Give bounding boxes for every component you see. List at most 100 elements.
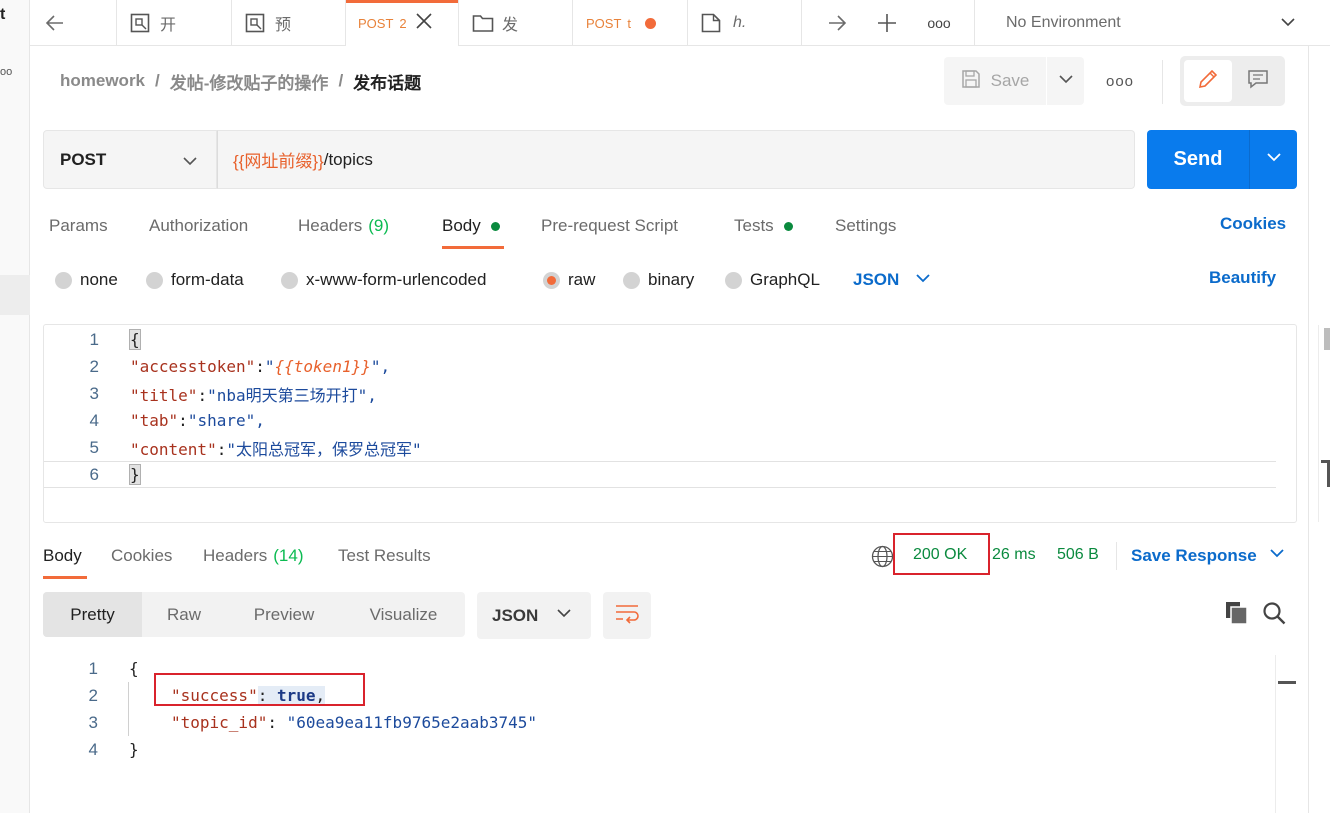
view-visualize[interactable]: Visualize — [342, 592, 465, 637]
code-punct: : — [216, 439, 227, 459]
breadcrumb-folder[interactable]: 发帖-修改贴子的操作 — [170, 69, 329, 94]
breadcrumb-collection[interactable]: homework — [60, 71, 145, 91]
tab-item-active[interactable]: POST 2 — [346, 0, 458, 46]
code-string: "太阳总冠军，保罗总冠军" — [226, 439, 422, 459]
method-select[interactable]: POST — [43, 130, 217, 189]
chevron-down-icon — [1269, 545, 1285, 566]
wrap-lines-icon — [614, 602, 640, 629]
copy-icon[interactable] — [1225, 601, 1249, 630]
breadcrumb-separator: / — [338, 71, 344, 90]
code-string: ", — [370, 357, 391, 376]
tab-settings[interactable]: Settings — [835, 214, 896, 238]
code-string: "share", — [187, 411, 265, 430]
forward-arrow-icon[interactable] — [822, 0, 852, 46]
send-button[interactable]: Send — [1147, 130, 1249, 189]
radio-raw[interactable]: raw — [543, 268, 595, 292]
language-select[interactable]: JSON — [853, 268, 931, 292]
response-tab-body[interactable]: Body — [43, 544, 82, 568]
radio-urlencoded[interactable]: x-www-form-urlencoded — [281, 268, 486, 292]
cookies-link[interactable]: Cookies — [1220, 214, 1286, 234]
response-format-select[interactable]: JSON — [477, 592, 591, 639]
code-key: "tab" — [130, 411, 179, 430]
tab-item-6[interactable]: h. — [701, 0, 801, 46]
save-dropdown-button[interactable] — [1047, 57, 1084, 105]
send-dropdown-button[interactable] — [1249, 130, 1297, 189]
code-string: "nba明天第三场开打", — [207, 385, 377, 405]
environment-selector[interactable]: No Environment — [1006, 0, 1296, 46]
code-line-current: 6 } — [44, 461, 1276, 488]
tab-item-5[interactable]: POST t — [586, 0, 686, 46]
active-tab-underline — [43, 576, 87, 579]
save-response-button[interactable]: Save Response — [1131, 545, 1285, 566]
sidebar-selected-item[interactable] — [0, 275, 30, 315]
save-button[interactable]: Save — [944, 57, 1046, 105]
globe-icon[interactable] — [871, 545, 894, 573]
tab-params[interactable]: Params — [49, 214, 108, 238]
tab-label: Headers — [203, 546, 268, 565]
tab-tests[interactable]: Tests — [734, 214, 793, 238]
active-tab-underline — [442, 246, 504, 249]
radio-none[interactable]: none — [55, 268, 118, 292]
code-variable: {{token1}} — [274, 357, 371, 376]
unsaved-dot-icon — [645, 17, 657, 29]
close-icon[interactable] — [415, 12, 433, 35]
line-number: 4 — [89, 410, 99, 430]
editor-scrollbar[interactable] — [1318, 325, 1330, 522]
response-size[interactable]: 506 B — [1057, 546, 1099, 564]
status-dot-icon — [490, 221, 500, 231]
folder-icon — [472, 13, 494, 33]
url-input[interactable]: {{网址前缀}} /topics — [217, 130, 1135, 189]
response-tab-test-results[interactable]: Test Results — [338, 544, 431, 568]
view-raw[interactable]: Raw — [142, 592, 226, 637]
tab-label: h. — [733, 14, 747, 31]
new-tab-plus-icon[interactable] — [872, 0, 902, 46]
radio-graphql[interactable]: GraphQL — [725, 268, 820, 292]
tab-body[interactable]: Body — [442, 214, 500, 238]
code-line: 4 } — [43, 736, 1273, 763]
response-tab-cookies[interactable]: Cookies — [111, 544, 172, 568]
environment-label: No Environment — [1006, 14, 1121, 31]
response-status[interactable]: 200 OK — [913, 546, 967, 564]
response-view-segmented: Pretty Raw Preview Visualize — [43, 592, 465, 637]
radio-form-data[interactable]: form-data — [146, 268, 244, 292]
wrap-lines-button[interactable] — [603, 592, 651, 639]
tab-prerequest-script[interactable]: Pre-request Script — [541, 214, 678, 238]
line-number: 3 — [89, 383, 99, 403]
tab-label: 2 — [399, 15, 407, 31]
radio-binary[interactable]: binary — [623, 268, 694, 292]
sidebar-more-icon[interactable]: oo — [0, 66, 12, 78]
view-preview[interactable]: Preview — [226, 592, 342, 637]
tab-authorization[interactable]: Authorization — [149, 214, 248, 238]
radio-circle — [55, 271, 72, 289]
tab-item-4[interactable]: 发 — [472, 0, 572, 46]
more-options-button[interactable]: ooo — [1100, 57, 1140, 105]
code-brace: } — [129, 740, 139, 759]
response-time[interactable]: 26 ms — [992, 546, 1036, 564]
edit-mode-button[interactable] — [1184, 60, 1232, 102]
format-label: JSON — [492, 605, 539, 625]
radio-circle — [623, 271, 640, 289]
response-tab-headers[interactable]: Headers (14) — [203, 544, 304, 568]
search-icon[interactable] — [1262, 601, 1286, 630]
response-scrollbar[interactable] — [1275, 655, 1297, 813]
comments-button[interactable] — [1234, 60, 1282, 102]
tabs-more-icon[interactable]: ooo — [924, 0, 954, 46]
save-icon — [961, 69, 981, 94]
request-tab-bar: 开 预 POST 2 发 POST t h. ooo No Environmen… — [30, 0, 1330, 46]
language-label: JSON — [853, 270, 900, 289]
comment-icon — [1247, 69, 1269, 94]
tab-method: POST — [586, 15, 622, 31]
radio-label: none — [80, 270, 118, 289]
tab-headers[interactable]: Headers (9) — [298, 214, 389, 238]
tab-item-1[interactable]: 开 — [130, 0, 230, 46]
back-arrow-icon[interactable] — [40, 0, 70, 46]
code-brace: { — [129, 659, 139, 678]
request-body-editor[interactable]: 1 { 2 "accesstoken":"{{token1}}", 3 "tit… — [43, 324, 1330, 523]
status-dot-icon — [783, 221, 793, 231]
tab-item-2[interactable]: 预 — [245, 0, 345, 46]
beautify-link[interactable]: Beautify — [1209, 268, 1276, 288]
view-pretty[interactable]: Pretty — [43, 592, 142, 637]
line-number: 2 — [89, 356, 99, 376]
tab-label: Body — [43, 546, 82, 565]
breadcrumb-request[interactable]: 发布话题 — [353, 69, 421, 94]
